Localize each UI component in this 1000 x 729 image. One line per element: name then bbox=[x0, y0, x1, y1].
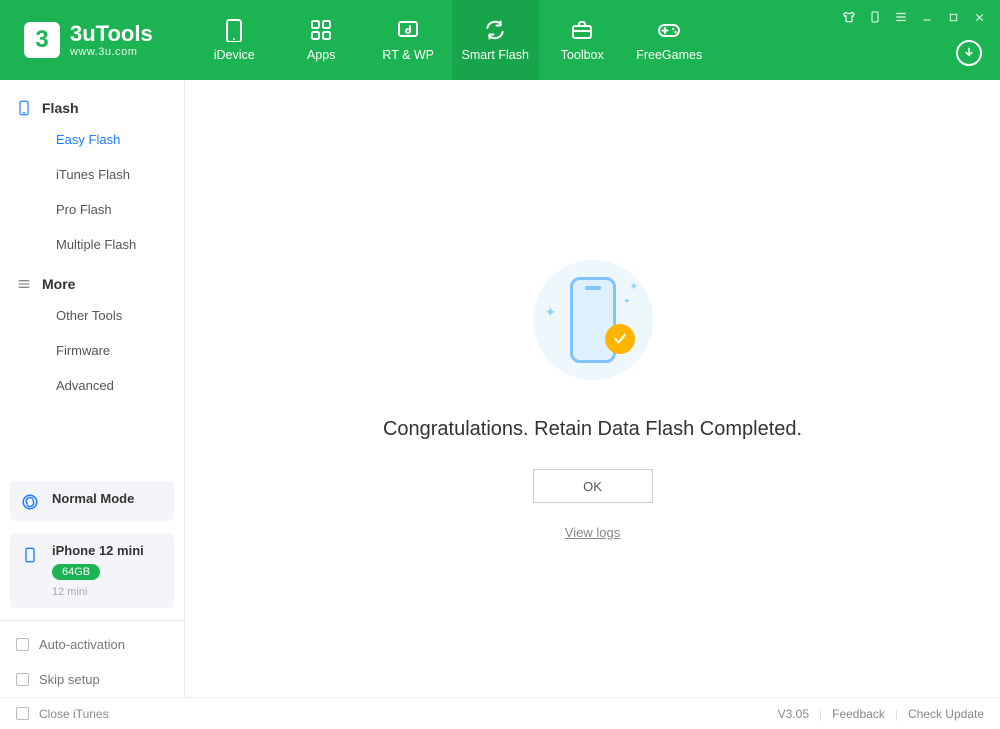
main-panel: ✦ ✦ ✦ Congratulations. Retain Data Flash… bbox=[185, 80, 1000, 697]
check-update-link[interactable]: Check Update bbox=[908, 707, 984, 721]
minimize-icon[interactable] bbox=[920, 10, 934, 24]
menu-lines-icon bbox=[16, 276, 32, 292]
nav-apps[interactable]: Apps bbox=[278, 0, 365, 80]
mode-title: Normal Mode bbox=[52, 491, 134, 506]
nav-label: Smart Flash bbox=[462, 48, 529, 62]
sidebar-section-flash[interactable]: Flash bbox=[0, 94, 184, 122]
sparkle-icon: ✦ bbox=[545, 304, 557, 321]
phone-illustration-icon bbox=[570, 277, 616, 363]
feedback-link[interactable]: Feedback bbox=[832, 707, 885, 721]
sidebar-item-easy-flash[interactable]: Easy Flash bbox=[0, 122, 184, 157]
section-title: Flash bbox=[42, 100, 79, 116]
close-icon[interactable] bbox=[972, 10, 986, 24]
nav-label: Apps bbox=[307, 48, 336, 62]
app-site: www.3u.com bbox=[70, 47, 153, 58]
sidebar-section-more[interactable]: More bbox=[0, 270, 184, 298]
toolbox-icon bbox=[568, 18, 596, 42]
main-nav: iDevice Apps RT & WP Smart Flash Toolbox… bbox=[191, 0, 713, 80]
section-title: More bbox=[42, 276, 75, 292]
device-icon bbox=[18, 543, 42, 565]
sidebar-item-pro-flash[interactable]: Pro Flash bbox=[0, 192, 184, 227]
nav-smart-flash[interactable]: Smart Flash bbox=[452, 0, 539, 80]
sidebar-item-itunes-flash[interactable]: iTunes Flash bbox=[0, 157, 184, 192]
view-logs-link[interactable]: View logs bbox=[565, 525, 620, 540]
ok-button[interactable]: OK bbox=[533, 469, 653, 503]
check-badge-icon bbox=[605, 324, 635, 354]
phone-icon bbox=[220, 18, 248, 42]
logo-badge-icon: 3 bbox=[24, 22, 60, 58]
nav-toolbox[interactable]: Toolbox bbox=[539, 0, 626, 80]
check-auto-activation[interactable]: Auto-activation bbox=[0, 627, 184, 662]
music-icon bbox=[394, 18, 422, 42]
checkbox-icon[interactable] bbox=[16, 707, 29, 720]
check-label: Auto-activation bbox=[39, 637, 125, 652]
nav-idevice[interactable]: iDevice bbox=[191, 0, 278, 80]
mode-card[interactable]: Normal Mode bbox=[10, 481, 174, 521]
device-card[interactable]: iPhone 12 mini 64GB 12 mini bbox=[10, 533, 174, 608]
mode-icon bbox=[18, 491, 42, 511]
sidebar: Flash Easy Flash iTunes Flash Pro Flash … bbox=[0, 80, 185, 697]
device-name: iPhone 12 mini bbox=[52, 543, 144, 558]
flash-device-icon bbox=[16, 100, 32, 116]
checkbox-icon bbox=[16, 673, 29, 686]
skin-icon[interactable] bbox=[842, 10, 856, 24]
close-itunes-label[interactable]: Close iTunes bbox=[39, 707, 109, 721]
nav-label: FreeGames bbox=[636, 48, 702, 62]
check-skip-setup[interactable]: Skip setup bbox=[0, 662, 184, 697]
check-label: Skip setup bbox=[39, 672, 100, 687]
sidebar-item-firmware[interactable]: Firmware bbox=[0, 333, 184, 368]
download-button[interactable] bbox=[956, 40, 982, 66]
maximize-icon[interactable] bbox=[946, 10, 960, 24]
app-logo: 3 3uTools www.3u.com bbox=[0, 0, 173, 80]
menu-icon[interactable] bbox=[894, 10, 908, 24]
sidebar-item-other-tools[interactable]: Other Tools bbox=[0, 298, 184, 333]
storage-badge: 64GB bbox=[52, 564, 100, 580]
footer-bar: Close iTunes V3.05 | Feedback | Check Up… bbox=[0, 697, 1000, 729]
version-label: V3.05 bbox=[778, 707, 809, 721]
window-controls bbox=[842, 10, 986, 24]
sparkle-icon: ✦ bbox=[629, 280, 638, 293]
refresh-icon bbox=[481, 18, 509, 42]
grid-icon bbox=[307, 18, 335, 42]
sidebar-item-advanced[interactable]: Advanced bbox=[0, 368, 184, 403]
nav-label: Toolbox bbox=[561, 48, 604, 62]
device-model: 12 mini bbox=[52, 586, 144, 598]
status-message: Congratulations. Retain Data Flash Compl… bbox=[383, 418, 802, 441]
sparkle-icon: ✦ bbox=[623, 296, 631, 307]
checkbox-icon bbox=[16, 638, 29, 651]
phone-small-icon[interactable] bbox=[868, 10, 882, 24]
app-header: 3 3uTools www.3u.com iDevice Apps RT & W… bbox=[0, 0, 1000, 80]
nav-rt-wp[interactable]: RT & WP bbox=[365, 0, 452, 80]
nav-label: RT & WP bbox=[382, 48, 434, 62]
app-name: 3uTools bbox=[70, 23, 153, 45]
nav-freegames[interactable]: FreeGames bbox=[626, 0, 713, 80]
sidebar-item-multiple-flash[interactable]: Multiple Flash bbox=[0, 227, 184, 262]
nav-label: iDevice bbox=[214, 48, 255, 62]
gamepad-icon bbox=[655, 18, 683, 42]
success-illustration: ✦ ✦ ✦ bbox=[533, 260, 653, 380]
